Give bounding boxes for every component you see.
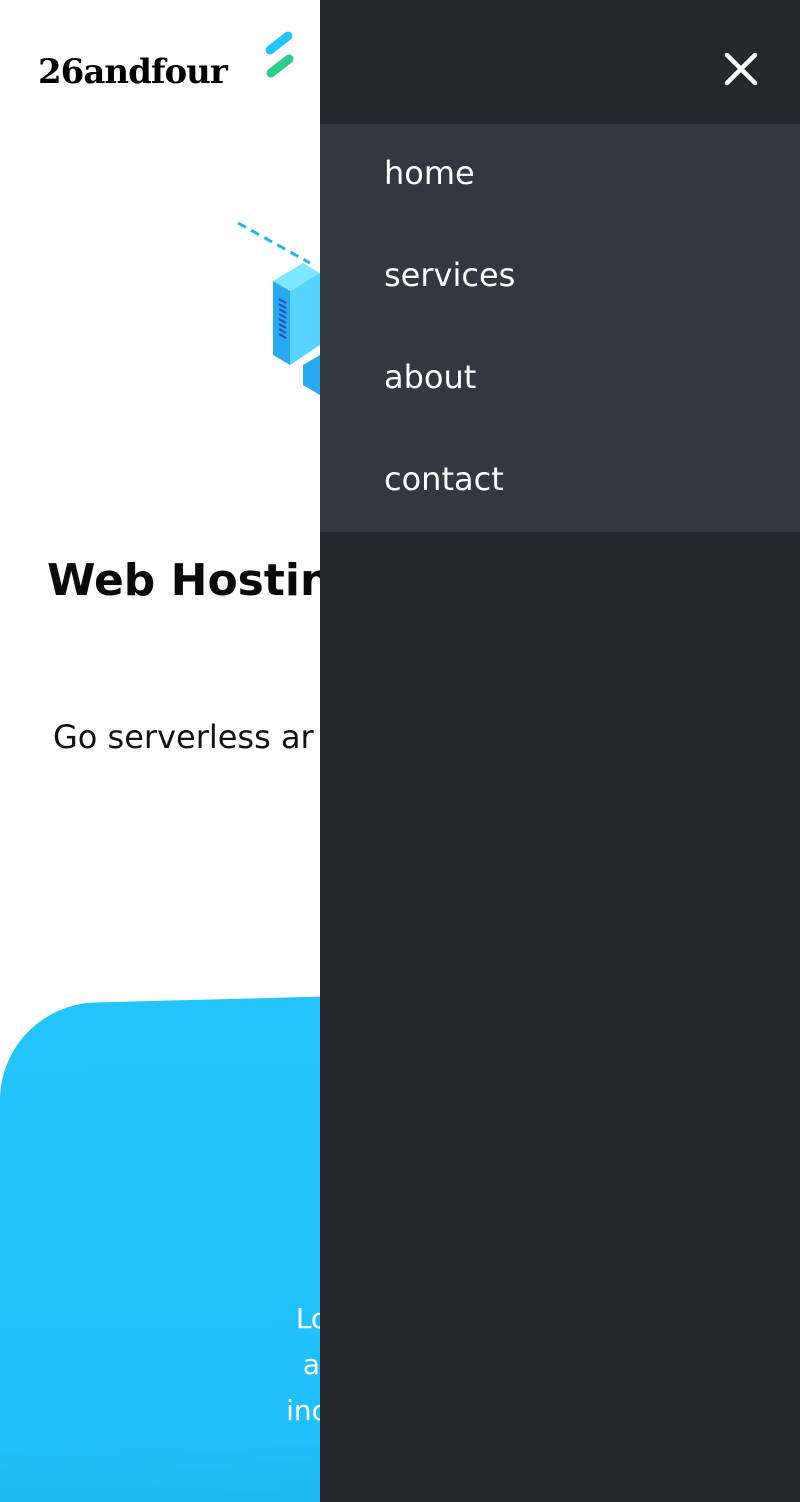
nav-item-about[interactable]: about [320, 328, 800, 430]
hero-subtitle: Go serverless ar [53, 718, 314, 756]
nav-item-label: home [384, 154, 475, 192]
nav-drawer: home services about contact [320, 0, 800, 1502]
nav-item-label: services [384, 256, 516, 294]
nav-item-contact[interactable]: contact [320, 430, 800, 532]
nav-item-label: about [384, 358, 477, 396]
brand-logo[interactable]: 26andfour [38, 52, 228, 92]
close-icon[interactable] [718, 46, 764, 92]
nav-item-services[interactable]: services [320, 226, 800, 328]
nav-item-home[interactable]: home [320, 124, 800, 226]
drawer-nav-list: home services about contact [320, 124, 800, 532]
hamburger-icon[interactable] [260, 30, 304, 84]
drawer-header [320, 0, 800, 124]
hero-title: Web Hostin [47, 555, 332, 606]
nav-item-label: contact [384, 460, 504, 498]
